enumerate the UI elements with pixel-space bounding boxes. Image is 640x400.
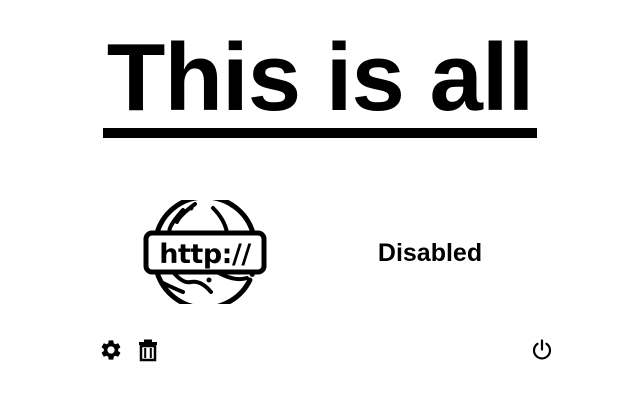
power-icon (530, 338, 554, 367)
page-title: This is all (102, 30, 538, 138)
settings-button[interactable] (98, 339, 124, 365)
popup-page: This is all http:// Disabled (0, 0, 640, 400)
http-icon-text: http:// (159, 239, 251, 270)
http-globe-icon: http:// (143, 194, 267, 311)
power-button[interactable] (529, 338, 555, 367)
heading-container: This is all (0, 30, 640, 138)
status-label: Disabled (377, 239, 483, 267)
delete-button[interactable] (135, 339, 161, 365)
trash-icon (137, 338, 159, 367)
gear-icon (99, 338, 123, 367)
